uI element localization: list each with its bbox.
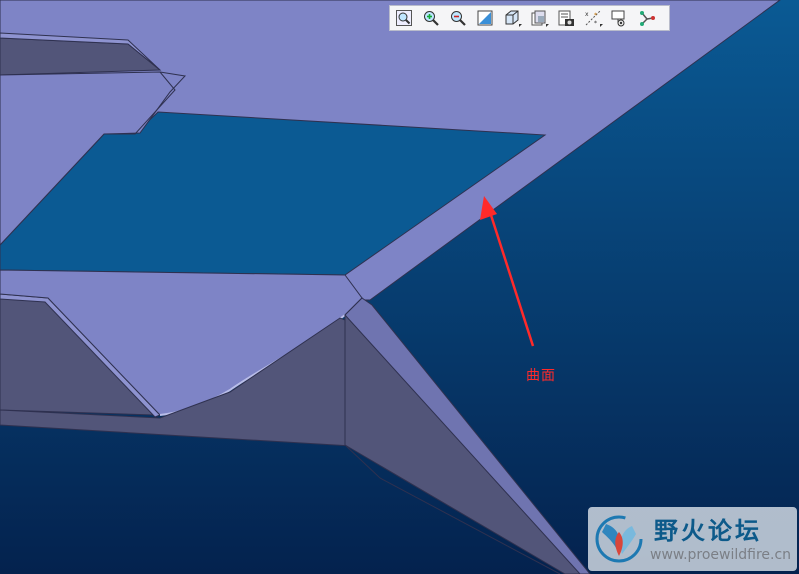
spin-center-button[interactable] [636,8,658,28]
forum-watermark: 野火论坛 www.proewildfire.cn [588,507,797,571]
spin-center-icon [640,11,655,26]
svg-text:*: * [594,20,597,27]
view-toolbar: x * * [389,5,670,31]
view-manager-button[interactable] [555,8,577,28]
zoom-out-icon [451,11,466,26]
zoom-out-button[interactable] [447,8,469,28]
annotation-display-button[interactable] [609,8,631,28]
graphics-window[interactable]: x * * 曲面 野火论坛 www.proewildfire.cn [0,0,799,574]
saved-views-button[interactable] [528,8,550,28]
zoom-fit-icon [396,10,412,26]
view-manager-icon [558,10,574,26]
zoom-in-icon [424,11,439,26]
zoom-fit-button[interactable] [393,8,415,28]
display-style-button[interactable] [501,8,523,28]
dropdown-arrow-icon [546,24,549,27]
datum-display-button[interactable]: x * * [582,8,604,28]
model-scene[interactable] [0,0,799,574]
repaint-icon [477,10,493,26]
annotation-label: 曲面 [526,368,556,384]
forum-logo-icon [595,515,643,563]
dropdown-arrow-icon [600,24,603,27]
svg-text:x: x [585,11,589,18]
watermark-url: www.proewildfire.cn [650,547,792,563]
watermark-title: 野火论坛 [654,517,762,545]
zoom-in-button[interactable] [420,8,442,28]
dropdown-arrow-icon [519,24,522,27]
svg-text:*: * [594,12,597,19]
annotation-display-icon [611,10,625,27]
repaint-button[interactable] [474,8,496,28]
